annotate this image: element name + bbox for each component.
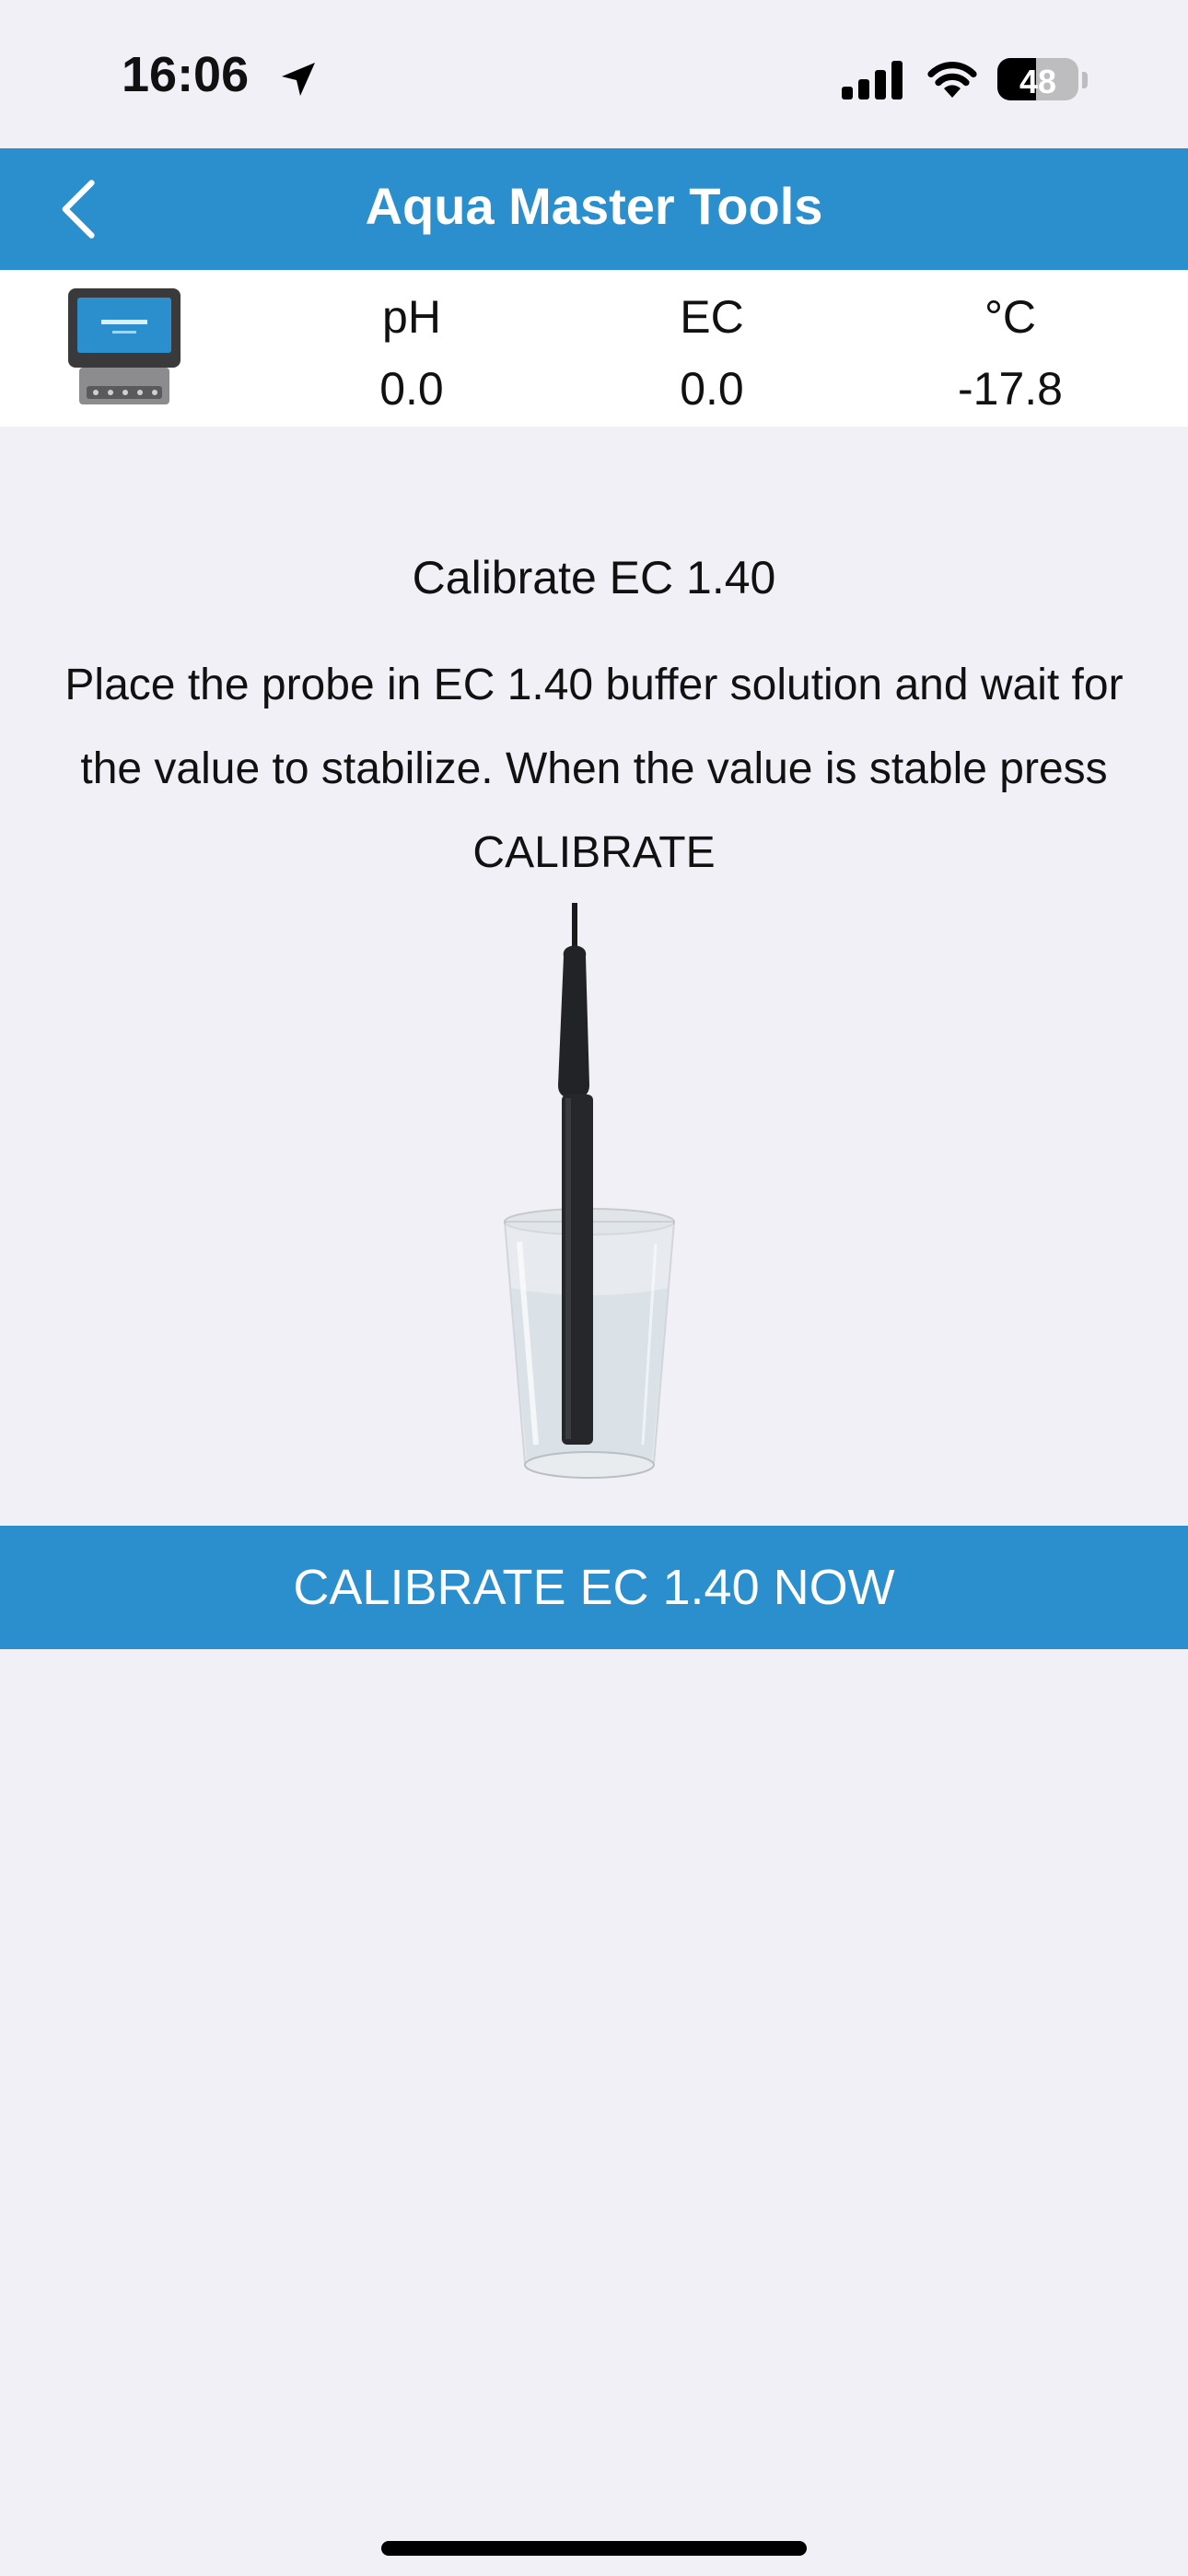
battery-icon: 48 [997, 58, 1078, 100]
device-thumbnail[interactable] [66, 287, 182, 410]
probe-in-glass-image [503, 903, 676, 1479]
wifi-icon [927, 62, 977, 98]
page-title: Aqua Master Tools [365, 177, 823, 235]
battery-level: 48 [1019, 63, 1057, 100]
reading-value-ph: 0.0 [379, 363, 444, 415]
reading-label-temperature: °C [984, 291, 1037, 343]
battery-nub [1082, 72, 1088, 88]
readings-bar: pH 0.0 EC 0.0 °C -17.8 [0, 270, 1188, 427]
cellular-signal-icon [842, 61, 903, 100]
home-indicator[interactable] [381, 2541, 807, 2556]
status-time: 16:06 [122, 47, 250, 102]
reading-temperature: °C -17.8 [881, 290, 1139, 416]
reading-value-temperature: -17.8 [958, 363, 1063, 415]
calibration-title: Calibrate EC 1.40 [412, 552, 776, 603]
reading-label-ph: pH [382, 291, 441, 343]
reading-ph: pH 0.0 [283, 290, 541, 416]
reading-value-ec: 0.0 [680, 363, 744, 415]
reading-ec: EC 0.0 [583, 290, 841, 416]
status-bar: 16:06 48 [0, 0, 1188, 147]
location-arrow-icon [282, 63, 315, 96]
calibrate-now-button[interactable]: CALIBRATE EC 1.40 NOW [0, 1526, 1188, 1649]
calibration-instructions: Place the probe in EC 1.40 buffer soluti… [64, 661, 1124, 877]
nav-bar: Aqua Master Tools [0, 148, 1188, 270]
reading-label-ec: EC [680, 291, 744, 343]
